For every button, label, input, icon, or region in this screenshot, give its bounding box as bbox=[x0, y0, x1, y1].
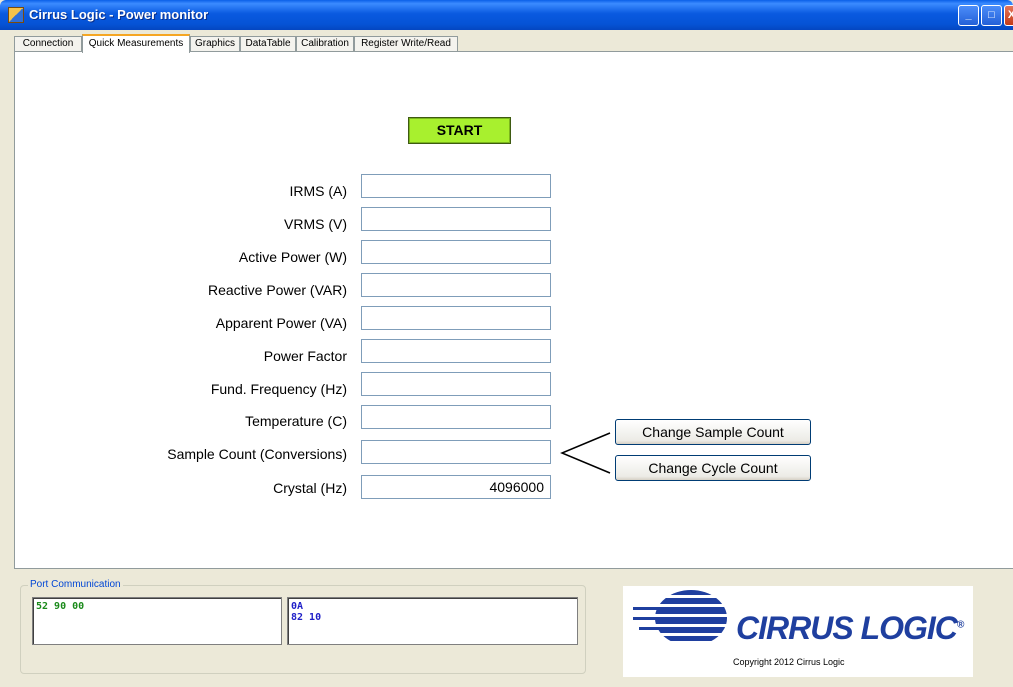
apparent-power-field[interactable] bbox=[361, 306, 551, 330]
logo-text: CIRRUS LOGIC® bbox=[736, 610, 964, 646]
fund-frequency-label: Fund. Frequency (Hz) bbox=[210, 381, 347, 397]
close-button[interactable]: X bbox=[1004, 5, 1013, 26]
crystal-field[interactable]: 4096000 bbox=[361, 475, 551, 499]
sample-count-field[interactable] bbox=[361, 440, 551, 464]
change-sample-count-button[interactable]: Change Sample Count bbox=[615, 419, 811, 445]
tab-register-write-read[interactable]: Register Write/Read bbox=[354, 36, 458, 52]
power-factor-label: Power Factor bbox=[263, 348, 347, 364]
fund-frequency-field[interactable] bbox=[361, 372, 551, 396]
cirrus-logic-logo-panel: CIRRUS LOGIC® Copyright 2012 Cirrus Logi… bbox=[623, 586, 973, 677]
port-communication-title: Port Communication bbox=[28, 579, 123, 590]
irms-label: IRMS (A) bbox=[289, 183, 347, 199]
reactive-power-field[interactable] bbox=[361, 273, 551, 297]
temperature-label: Temperature (C) bbox=[245, 413, 347, 429]
vrms-field[interactable] bbox=[361, 207, 551, 231]
port-received-box[interactable]: 0A 82 10 bbox=[287, 597, 578, 645]
tab-datatable[interactable]: DataTable bbox=[240, 36, 296, 52]
active-power-field[interactable] bbox=[361, 240, 551, 264]
maximize-button[interactable]: □ bbox=[981, 5, 1002, 26]
app-icon bbox=[8, 7, 24, 23]
active-power-label: Active Power (W) bbox=[238, 249, 347, 265]
irms-field[interactable] bbox=[361, 174, 551, 198]
crystal-label: Crystal (Hz) bbox=[273, 480, 347, 496]
title-bar: Cirrus Logic - Power monitor _ □ X bbox=[0, 0, 1013, 30]
tab-calibration[interactable]: Calibration bbox=[296, 36, 354, 52]
bracket-arrow-icon bbox=[560, 432, 611, 474]
tab-graphics[interactable]: Graphics bbox=[190, 36, 240, 52]
tab-connection[interactable]: Connection bbox=[14, 36, 82, 52]
copyright-text: Copyright 2012 Cirrus Logic bbox=[733, 657, 845, 667]
tab-quick-measurements[interactable]: Quick Measurements bbox=[82, 34, 190, 53]
vrms-label: VRMS (V) bbox=[284, 216, 347, 232]
sample-count-label: Sample Count (Conversions) bbox=[167, 446, 347, 462]
window-title: Cirrus Logic - Power monitor bbox=[29, 7, 209, 22]
port-sent-box[interactable]: 52 90 00 bbox=[32, 597, 282, 645]
apparent-power-label: Apparent Power (VA) bbox=[215, 315, 347, 331]
start-button[interactable]: START bbox=[408, 117, 511, 144]
minimize-button[interactable]: _ bbox=[958, 5, 979, 26]
temperature-field[interactable] bbox=[361, 405, 551, 429]
change-cycle-count-button[interactable]: Change Cycle Count bbox=[615, 455, 811, 481]
cirrus-logo-icon bbox=[633, 590, 727, 641]
reactive-power-label: Reactive Power (VAR) bbox=[207, 282, 347, 298]
power-factor-field[interactable] bbox=[361, 339, 551, 363]
